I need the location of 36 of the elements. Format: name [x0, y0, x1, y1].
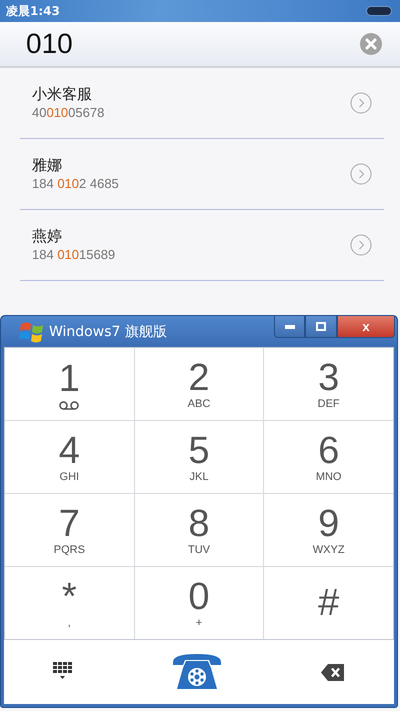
contact-row[interactable]: 小米客服 4001005678	[20, 68, 384, 139]
phone-icon	[171, 652, 223, 692]
dial-key[interactable]: 5 JKL	[134, 421, 264, 493]
contact-number: 184 0102 4685	[32, 175, 119, 193]
minimize-icon	[284, 324, 294, 328]
contact-row[interactable]: 燕婷 184 01015689	[20, 210, 384, 281]
maximize-button[interactable]	[305, 316, 337, 338]
dial-key[interactable]: 0 +	[134, 567, 264, 639]
search-field[interactable]: 010	[0, 22, 400, 68]
contact-name: 小米客服	[32, 84, 93, 104]
contact-name: 燕婷	[32, 226, 63, 246]
voicemail-icon	[59, 400, 80, 410]
dial-key[interactable]: 4 GHI	[5, 421, 134, 493]
window-title: Windows7 旗舰版	[49, 322, 167, 340]
minimize-button[interactable]	[274, 316, 305, 338]
dial-key[interactable]: 8 TUV	[134, 494, 264, 566]
dial-key[interactable]: 9 WXYZ	[264, 494, 393, 566]
contact-row[interactable]: 雅娜 184 0102 4685	[20, 139, 384, 210]
contact-number: 4001005678	[32, 104, 104, 122]
backspace-button[interactable]	[321, 664, 345, 680]
contact-number: 184 01015689	[32, 246, 116, 264]
dial-key[interactable]: 7 PQRS	[5, 494, 134, 566]
dial-key[interactable]: 3 DEF	[264, 348, 393, 420]
windows-logo-icon	[19, 320, 45, 344]
dial-key[interactable]: 1	[5, 348, 134, 420]
dial-key[interactable]: * ,	[5, 567, 134, 639]
call-button[interactable]	[171, 652, 223, 692]
dial-key[interactable]: #	[264, 567, 393, 639]
maximize-icon	[316, 322, 326, 331]
dial-key[interactable]: 2 ABC	[134, 348, 264, 420]
dial-key[interactable]: 6 MNO	[264, 421, 393, 493]
status-time: 凌晨1:43	[6, 2, 60, 20]
contact-name: 雅娜	[32, 155, 63, 175]
backspace-icon	[321, 664, 345, 680]
battery-icon	[366, 6, 392, 16]
close-button[interactable]: x	[337, 316, 395, 338]
